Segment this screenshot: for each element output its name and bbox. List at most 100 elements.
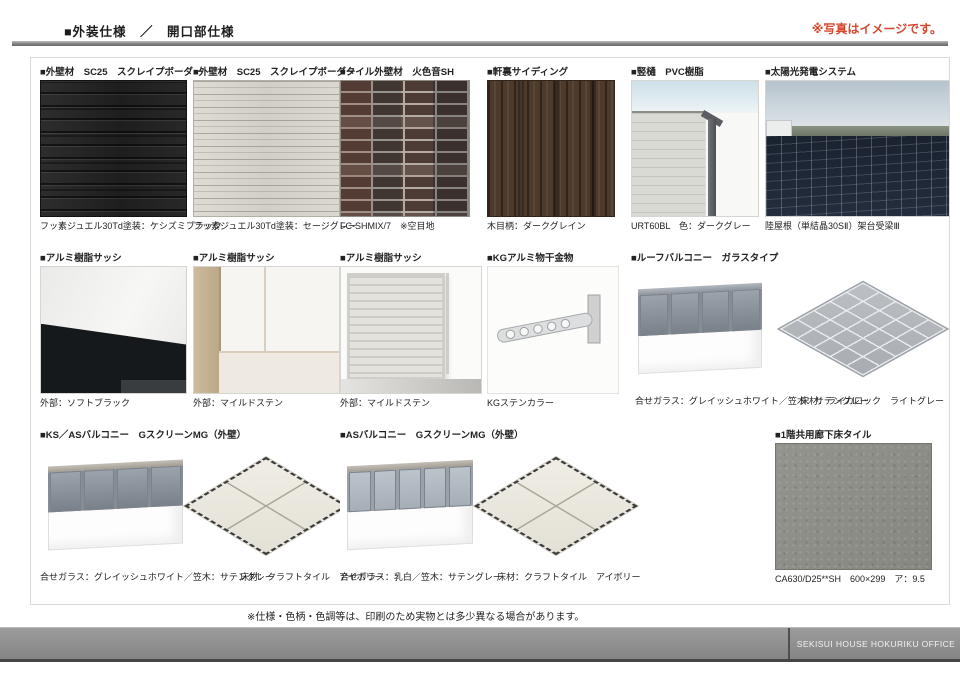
photo-solar-panels: [765, 80, 950, 217]
parapet-base: [347, 506, 473, 550]
item-label: ■1階共用廊下床タイル: [775, 429, 930, 442]
balcony-railing: [48, 459, 183, 554]
spec-item-ks-as-balcony: ■KS／ASバルコニー GスクリーンMG（外壁） 合せガラス：グレイッシュホワイ…: [40, 429, 190, 583]
glass-pane: [150, 466, 181, 508]
swatch-scrape-border-black: [40, 80, 187, 217]
item-caption: KGステンカラー: [487, 398, 617, 409]
spec-item-downspout: ■竪樋 PVC樹脂 URT60BL 色：ダークグレー: [631, 66, 757, 232]
item-caption: 外部：ソフトブラック: [40, 398, 185, 409]
shutter-slats: [347, 273, 445, 380]
glass-pane: [117, 467, 148, 509]
item-label: ■太陽光発電システム: [765, 66, 948, 79]
item-caption: 木目柄：ダークグレイン: [487, 221, 613, 232]
siding-wall: [632, 113, 705, 216]
photo-downspout: [631, 80, 759, 217]
drawing-ks-as-balcony: [40, 443, 190, 568]
balcony-railing: [347, 460, 473, 554]
footer-divider: [788, 628, 790, 659]
floor-shadow: [341, 379, 481, 393]
item-caption: FC-SHMIX/7 ※空目地: [340, 221, 468, 232]
spec-item-ks-as-floor-tile: 床材：クラフトタイル アイボリー: [198, 429, 333, 583]
item-caption: CA630/D25**SH 600×299 ア：9.5: [775, 574, 930, 585]
item-label: ■外壁材 SC25 スクレイプボーダー: [193, 66, 338, 79]
spec-item-as-floor-tile: 床材：クラフトタイル アイボリー: [488, 429, 623, 583]
glass-pane: [399, 468, 421, 509]
lower-panel: [219, 351, 339, 393]
swatch-brick-tile: [340, 80, 470, 217]
item-label: ■KS／ASバルコニー GスクリーンMG（外壁）: [40, 429, 190, 442]
spec-item-sash-black: ■アルミ樹脂サッシ 外部：ソフトブラック: [40, 252, 185, 409]
header-rule: [12, 41, 948, 46]
swatch-wood-grain: [487, 80, 615, 217]
item-caption: 外部：マイルドステン: [340, 398, 480, 409]
drawing-floor-tile-grid: [778, 266, 948, 392]
item-caption: 外部：マイルドステン: [193, 398, 338, 409]
print-disclaimer: ※仕様・色柄・色調等は、印刷のため実物とは多少異なる場合があります。: [247, 608, 584, 623]
spec-item-as-balcony: ■ASバルコニー GスクリーンMG（外壁） 合せガラス：乳白／笠木：サテングレー: [340, 429, 480, 583]
item-label: ■KGアルミ物干金物: [487, 252, 617, 265]
swatch-corridor-tile: [775, 443, 932, 570]
glass-pane: [374, 470, 396, 511]
parapet-base: [48, 506, 183, 551]
photo-disclaimer: ※写真はイメージです。: [812, 20, 942, 37]
spec-item-laundry-bracket: ■KGアルミ物干金物 KGステンカラー: [487, 252, 617, 409]
spec-item-corridor-floor-tile: ■1階共用廊下床タイル CA630/D25**SH 600×299 ア：9.5: [775, 429, 930, 585]
glass-panels: [48, 465, 183, 512]
photo-shutter: [340, 266, 482, 394]
office-name: SEKISUI HOUSE HOKURIKU OFFICE: [792, 628, 960, 659]
spec-item-sash-shutter: ■アルミ樹脂サッシ 外部：マイルドステン: [340, 252, 480, 409]
beige-frame: [194, 267, 221, 393]
item-label: ■アルミ樹脂サッシ: [193, 252, 338, 265]
glass-pane: [424, 467, 446, 508]
glass-pane: [449, 466, 471, 507]
drawing-roof-balcony: [631, 266, 769, 392]
swatch-scrape-border-sage: [193, 80, 340, 217]
item-label: ■アルミ樹脂サッシ: [40, 252, 185, 265]
item-caption: フッ素ジュエル30Td塗装：ケシズミブラック: [40, 221, 185, 232]
item-label: ■竪樋 PVC樹脂: [631, 66, 757, 79]
item-label: ■タイル外壁材 火色音SH: [340, 66, 468, 79]
photo-laundry-bracket: [487, 266, 619, 394]
item-caption: 合せガラス：グレイッシュホワイト／笠木：サテングレー: [635, 396, 769, 407]
glass-pane: [83, 469, 114, 511]
item-caption: 合せガラス：グレイッシュホワイト／笠木：サテングレー: [40, 572, 190, 583]
tile-2x2: [473, 456, 637, 554]
item-label: [778, 252, 948, 265]
sky-area: [632, 81, 758, 113]
glass-pane: [50, 471, 81, 513]
tile-2x2: [183, 456, 347, 554]
item-label: ■軒裏サイディング: [487, 66, 613, 79]
item-label: [198, 429, 333, 442]
item-label: ■外壁材 SC25 スクレイプボーダー: [40, 66, 185, 79]
drawing-craft-tile: [198, 443, 333, 568]
guide-rail: [446, 273, 449, 374]
spec-item-solar-system: ■太陽光発電システム 陸屋根（単結晶30SⅡ）架台受梁Ⅲ: [765, 66, 948, 232]
footer-band: SEKISUI HOUSE HOKURIKU OFFICE: [0, 627, 960, 662]
balcony-railing: [638, 283, 762, 378]
item-label: ■アルミ樹脂サッシ: [340, 252, 480, 265]
spec-item-tile-wall: ■タイル外壁材 火色音SH FC-SHMIX/7 ※空目地: [340, 66, 468, 232]
glass-panels: [347, 466, 473, 513]
pipe: [708, 119, 716, 216]
glass-panels: [638, 289, 762, 336]
item-caption: 合せガラス：乳白／笠木：サテングレー: [340, 572, 480, 583]
spec-item-exterior-wall-sage: ■外壁材 SC25 スクレイプボーダー フッ素ジュエル30Td塗装：セージグレー: [193, 66, 338, 232]
glass-pane: [671, 292, 699, 334]
bracket-drawing: [488, 267, 616, 391]
spec-item-roof-balcony-floor: 床材：ライカロック ライトグレー: [778, 252, 948, 407]
spec-item-sash-beige: ■アルミ樹脂サッシ 外部：マイルドステン: [193, 252, 338, 409]
photo-sash-black: [40, 266, 187, 394]
glass-pane: [349, 471, 371, 512]
spec-item-roof-balcony: ■ルーフバルコニー ガラスタイプ 合せガラス：グレイッシュホワイト／笠木：サテン…: [631, 252, 769, 407]
item-label: ■ASバルコニー GスクリーンMG（外壁）: [340, 429, 480, 442]
sill: [121, 380, 186, 393]
parapet-base: [638, 329, 762, 374]
spec-sheet-page: ■外装仕様 ／ 開口部仕様 ※写真はイメージです。 ■外壁材 SC25 スクレイ…: [0, 0, 960, 679]
spec-item-exterior-wall-black: ■外壁材 SC25 スクレイプボーダー フッ素ジュエル30Td塗装：ケシズミブラ…: [40, 66, 185, 232]
photo-sash-beige: [193, 266, 340, 394]
item-label: [488, 429, 623, 442]
item-label: ■ルーフバルコニー ガラスタイプ: [631, 252, 769, 265]
item-caption: フッ素ジュエル30Td塗装：セージグレー: [193, 221, 338, 232]
glass-pane: [701, 291, 729, 333]
item-caption: URT60BL 色：ダークグレー: [631, 221, 757, 232]
